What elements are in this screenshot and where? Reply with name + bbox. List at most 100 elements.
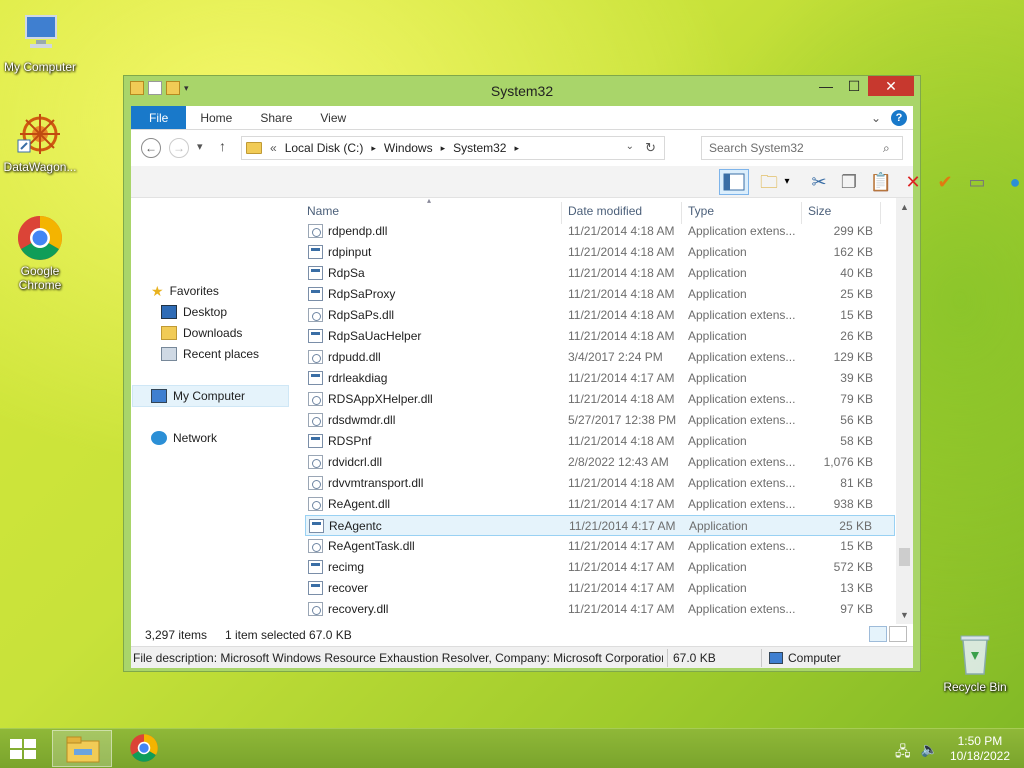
nav-recent-places[interactable]: Recent places	[161, 345, 259, 363]
table-row[interactable]: rdrleakdiag 11/21/2014 4:17 AM Application…	[305, 368, 895, 389]
file-type: Application	[689, 519, 748, 533]
table-row[interactable]: ReAgentTask.dll 11/21/2014 4:17 AM Applica…	[305, 536, 895, 557]
large-icons-view-icon[interactable]	[889, 626, 907, 642]
table-row[interactable]: ReAgentc 11/21/2014 4:17 AM Application 25 …	[305, 515, 895, 536]
chevron-right-icon[interactable]: ▸	[441, 143, 446, 154]
folder-icon	[246, 142, 262, 154]
close-button[interactable]: ✕	[868, 76, 914, 96]
nav-downloads[interactable]: Downloads	[161, 324, 242, 342]
desktop-icon-google-chrome[interactable]: Google Chrome	[0, 214, 80, 292]
table-row[interactable]: rdpinput 11/21/2014 4:18 AM Application 162…	[305, 242, 895, 263]
network-tray-icon[interactable]: 🖧	[895, 741, 911, 765]
desktop-icon-recycle-bin[interactable]: Recycle Bin	[935, 630, 1015, 694]
network-icon	[151, 431, 167, 445]
breadcrumb-overflow-icon[interactable]: «	[270, 141, 277, 155]
table-row[interactable]: RdpSaUacHelper 11/21/2014 4:18 AM Applicat…	[305, 326, 895, 347]
vertical-scrollbar[interactable]: ▲ ▼	[896, 198, 913, 624]
nav-network[interactable]: Network	[151, 429, 217, 447]
search-input[interactable]: Search System32	[701, 136, 903, 160]
desktop-icon	[161, 305, 177, 319]
folder-options-icon[interactable]: 🗀	[757, 171, 781, 193]
preview-pane-icon[interactable]	[719, 169, 749, 195]
cut-icon[interactable]: ✂	[807, 171, 831, 193]
volume-icon[interactable]: 🔈	[921, 741, 938, 765]
properties-icon[interactable]: ▭	[965, 171, 989, 193]
address-field[interactable]: « Local Disk (C:) ▸ Windows ▸ System32 ▸…	[241, 136, 665, 160]
breadcrumb-system32[interactable]: System32	[453, 141, 506, 155]
dll-file-icon	[308, 602, 323, 616]
file-name: rdpinput	[328, 245, 372, 259]
nav-desktop[interactable]: Desktop	[161, 303, 227, 321]
file-name: RdpSaProxy	[328, 287, 396, 301]
item-count: 3,297 items	[145, 628, 208, 642]
table-row[interactable]: RDSPnf 11/21/2014 4:18 AM Application 58 KB	[305, 431, 895, 452]
minimize-button[interactable]: —	[812, 76, 840, 96]
table-row[interactable]: rdvidcrl.dll 2/8/2022 12:43 AM Application…	[305, 452, 895, 473]
rename-check-icon[interactable]: ✔	[933, 171, 957, 193]
scroll-up-icon[interactable]: ▲	[896, 202, 913, 212]
nav-my-computer[interactable]: My Computer	[132, 385, 289, 407]
file-date: 11/21/2014 4:18 AM	[568, 245, 675, 259]
file-type: Application extens...	[688, 539, 796, 553]
address-dropdown-icon[interactable]: ⌄	[626, 141, 634, 152]
globe-icon[interactable]: ●	[1003, 171, 1024, 193]
application-icon	[308, 371, 323, 385]
title-bar[interactable]: ▾ System32 — ☐ ✕	[124, 76, 920, 106]
paste-icon[interactable]: 📋	[869, 171, 893, 193]
table-row[interactable]: ReAgent.dll 11/21/2014 4:17 AM Application…	[305, 494, 895, 515]
scroll-down-icon[interactable]: ▼	[896, 610, 913, 620]
file-name: ReAgentc	[329, 519, 382, 533]
chevron-right-icon[interactable]: ▸	[371, 143, 376, 154]
copy-icon[interactable]: ❐	[837, 171, 861, 193]
nav-favorites[interactable]: ★ Favorites	[151, 282, 219, 300]
breadcrumb-local-disk[interactable]: Local Disk (C:)	[285, 141, 364, 155]
table-row[interactable]: recover 11/21/2014 4:17 AM Application 13 K…	[305, 578, 895, 599]
column-date-modified[interactable]: Date modified	[568, 204, 642, 218]
tab-home[interactable]: Home	[186, 106, 246, 129]
table-row[interactable]: recovery.dll 11/21/2014 4:17 AM Applicatio…	[305, 599, 895, 620]
taskbar: 🖧 🔈 1:50 PM 10/18/2022	[0, 728, 1024, 768]
file-size: 67.0 KB	[673, 651, 716, 665]
details-view-icon[interactable]	[869, 626, 887, 642]
file-type: Application extens...	[688, 413, 796, 427]
table-row[interactable]: RdpSa 11/21/2014 4:18 AM Application 40 KB	[305, 263, 895, 284]
refresh-icon[interactable]: ↻	[645, 140, 656, 156]
file-name: RDSAppXHelper.dll	[328, 392, 433, 406]
tab-share[interactable]: Share	[246, 106, 306, 129]
taskbar-google-chrome[interactable]	[114, 730, 174, 767]
search-icon[interactable]: ⌕	[883, 141, 890, 156]
file-name: rdrleakdiag	[328, 371, 388, 385]
file-date: 11/21/2014 4:17 AM	[568, 560, 675, 574]
tab-file[interactable]: File	[131, 106, 187, 129]
delete-icon[interactable]: ✕	[901, 171, 925, 193]
table-row[interactable]: RdpSaProxy 11/21/2014 4:18 AM Application 2…	[305, 284, 895, 305]
table-row[interactable]: rdpudd.dll 3/4/2017 2:24 PM Application ex…	[305, 347, 895, 368]
column-type[interactable]: Type	[688, 204, 714, 218]
table-row[interactable]: recimg 11/21/2014 4:17 AM Application 572 K…	[305, 557, 895, 578]
file-name: rdvvmtransport.dll	[328, 476, 424, 490]
taskbar-file-explorer[interactable]	[52, 730, 112, 767]
column-size[interactable]: Size	[808, 204, 831, 218]
chevron-right-icon[interactable]: ▸	[514, 143, 519, 154]
tab-view[interactable]: View	[306, 106, 360, 129]
chevron-down-icon[interactable]: ▾	[781, 171, 793, 193]
table-row[interactable]: rdsdwmdr.dll 5/27/2017 12:38 PM Applicatio…	[305, 410, 895, 431]
table-row[interactable]: RdpSaPs.dll 11/21/2014 4:18 AM Application…	[305, 305, 895, 326]
column-name[interactable]: Name	[307, 204, 339, 218]
maximize-button[interactable]: ☐	[840, 76, 868, 96]
table-row[interactable]: RDSAppXHelper.dll 11/21/2014 4:18 AM Appli…	[305, 389, 895, 410]
recent-locations-icon[interactable]: ▾	[197, 140, 203, 153]
forward-button[interactable]: →	[169, 138, 189, 158]
table-row[interactable]: rdpendp.dll 11/21/2014 4:18 AM Application…	[305, 221, 895, 242]
start-button[interactable]	[10, 739, 38, 759]
up-button[interactable]: ↑	[219, 138, 226, 154]
desktop-icon-datawagon[interactable]: DataWagon...	[0, 110, 80, 174]
expand-ribbon-icon[interactable]: ⌄	[871, 111, 881, 125]
desktop-icon-my-computer[interactable]: My Computer	[0, 10, 80, 74]
clock[interactable]: 1:50 PM 10/18/2022	[950, 734, 1010, 764]
table-row[interactable]: rdvvmtransport.dll 11/21/2014 4:18 AM Appl…	[305, 473, 895, 494]
breadcrumb-windows[interactable]: Windows	[384, 141, 433, 155]
back-button[interactable]: ←	[141, 138, 161, 158]
scrollbar-thumb[interactable]	[899, 548, 910, 566]
help-icon[interactable]: ?	[891, 109, 907, 126]
